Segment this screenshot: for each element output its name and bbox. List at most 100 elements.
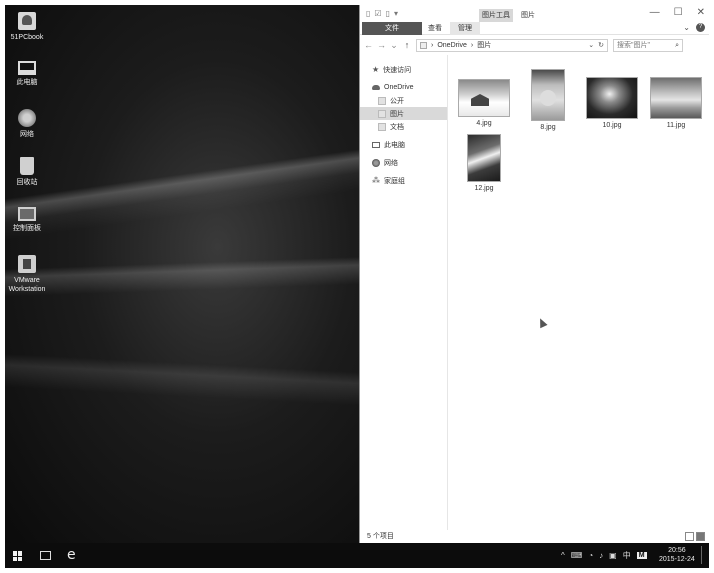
file-item[interactable]: 4.jpg bbox=[454, 65, 514, 127]
nav-item-public[interactable]: 公开 bbox=[360, 94, 447, 107]
properties-icon[interactable]: ☑ bbox=[374, 9, 381, 18]
network-icon bbox=[372, 158, 380, 167]
windows-start-icon[interactable] bbox=[13, 551, 23, 561]
details-view-icon[interactable] bbox=[685, 532, 694, 541]
folder-icon bbox=[378, 109, 386, 118]
file-icon: ▯ bbox=[366, 9, 371, 18]
clock[interactable]: 20:56 2015-12-24 bbox=[659, 546, 695, 564]
image-thumbnail bbox=[586, 77, 638, 119]
clock-date: 2015-12-24 bbox=[659, 556, 695, 563]
remote-desktop-icon[interactable]: ⌨ bbox=[571, 551, 583, 560]
image-thumbnail bbox=[467, 134, 501, 182]
volume-icon[interactable]: ♪ bbox=[599, 551, 603, 560]
nav-item-homegroup[interactable]: ⁂ 家庭组 bbox=[360, 174, 447, 187]
desktop-icon-network[interactable]: 网络 bbox=[5, 109, 49, 139]
file-item[interactable]: 12.jpg bbox=[454, 134, 514, 192]
tab-file[interactable]: 文件 bbox=[362, 21, 422, 35]
folder-icon bbox=[420, 41, 427, 49]
close-icon[interactable]: ✕ bbox=[697, 7, 705, 18]
file-item[interactable]: 8.jpg bbox=[518, 69, 578, 131]
cloud-icon bbox=[372, 85, 380, 90]
file-item[interactable]: 10.jpg bbox=[582, 67, 642, 129]
wifi-icon[interactable]: ◔ bbox=[588, 551, 593, 560]
ribbon-tabs: 文件 主页 共享 查看 管理 ⌄ ? bbox=[360, 21, 709, 35]
maximize-icon[interactable]: ☐ bbox=[674, 7, 683, 18]
chevron-right-icon: › bbox=[431, 41, 434, 49]
image-thumbnail bbox=[650, 77, 702, 119]
desktop-icon-label: 控制面板 bbox=[13, 225, 41, 232]
nav-item-quick-access[interactable]: ★ 快速访问 bbox=[360, 63, 447, 76]
screen: 51PCbook 此电脑 网络 回收站 控制面板 VMware Workstat… bbox=[5, 5, 709, 568]
nav-label: 网络 bbox=[384, 159, 398, 167]
desktop-icon-51pcbook[interactable]: 51PCbook bbox=[5, 12, 49, 42]
customize-toolbar-icon[interactable]: ▾ bbox=[394, 9, 398, 18]
address-dropdown-icon[interactable]: ⌄ bbox=[588, 41, 594, 49]
breadcrumb-onedrive[interactable]: OneDrive bbox=[437, 42, 467, 49]
breadcrumb-pictures[interactable]: 图片 bbox=[477, 40, 491, 50]
control-panel-icon bbox=[18, 207, 36, 221]
file-name: 4.jpg bbox=[476, 120, 492, 127]
image-thumbnail bbox=[531, 69, 565, 121]
nav-item-documents[interactable]: 文档 bbox=[360, 120, 447, 133]
new-folder-icon[interactable]: ▯ bbox=[386, 9, 390, 18]
minimize-icon[interactable]: — bbox=[650, 7, 660, 18]
recent-locations-icon[interactable]: ⌄ bbox=[390, 40, 398, 51]
expand-ribbon-icon[interactable]: ⌄ bbox=[683, 23, 690, 32]
desktop-icon-this-pc[interactable]: 此电脑 bbox=[5, 61, 49, 87]
status-bar: 5 个项目 bbox=[360, 531, 709, 543]
address-bar[interactable]: › OneDrive › 图片 ⌄ ↻ bbox=[416, 38, 608, 52]
star-icon: ★ bbox=[372, 64, 380, 74]
computer-icon bbox=[372, 141, 380, 148]
refresh-icon[interactable]: ↻ bbox=[598, 41, 604, 49]
desktop: 51PCbook 此电脑 网络 回收站 控制面板 VMware Workstat… bbox=[5, 5, 359, 543]
nav-item-network[interactable]: 网络 bbox=[360, 156, 447, 169]
show-desktop-button[interactable] bbox=[701, 546, 706, 564]
nav-item-pictures[interactable]: 图片 bbox=[360, 107, 447, 120]
up-arrow-icon[interactable]: ↑ bbox=[403, 40, 411, 50]
picture-tools-context-tab: 图片工具 bbox=[479, 9, 513, 22]
nav-label: 此电脑 bbox=[384, 141, 405, 149]
desktop-icon-control-panel[interactable]: 控制面板 bbox=[5, 207, 49, 233]
notification-message-icon[interactable]: ▣ bbox=[609, 551, 617, 560]
back-arrow-icon[interactable]: ← bbox=[364, 40, 373, 50]
address-controls: ⌄ ↻ bbox=[588, 41, 604, 49]
recycle-bin-icon bbox=[20, 157, 34, 175]
network-icon bbox=[18, 109, 36, 127]
chevron-up-icon[interactable]: ^ bbox=[561, 551, 565, 560]
file-item[interactable]: 11.jpg bbox=[646, 67, 706, 129]
search-input[interactable]: 搜索"图片" ⌕ bbox=[613, 38, 683, 52]
search-icon[interactable]: ⌕ bbox=[675, 40, 679, 51]
large-icons-view-icon[interactable] bbox=[696, 532, 705, 541]
nav-label: OneDrive bbox=[384, 84, 414, 91]
desktop-icon-label: 网络 bbox=[20, 131, 34, 138]
tab-view[interactable]: 查看 bbox=[420, 22, 450, 35]
task-view-icon[interactable] bbox=[40, 551, 51, 560]
desktop-icon-vmware[interactable]: VMware Workstation bbox=[5, 255, 49, 294]
ime-mode-badge[interactable]: M bbox=[636, 552, 647, 559]
nav-label: 图片 bbox=[390, 110, 404, 118]
file-list: 4.jpg 8.jpg 10.jpg 11.jpg 12.jpg bbox=[448, 55, 709, 530]
tab-manage[interactable]: 管理 bbox=[450, 21, 480, 35]
desktop-icon-label: VMware Workstation bbox=[8, 277, 46, 293]
nav-label: 文档 bbox=[390, 123, 404, 131]
image-thumbnail bbox=[458, 79, 510, 117]
edge-browser-icon[interactable]: e bbox=[67, 547, 76, 563]
help-icon[interactable]: ? bbox=[696, 23, 705, 32]
ribbon-controls: ⌄ ? bbox=[683, 23, 705, 32]
desktop-icon-label: 此电脑 bbox=[16, 79, 38, 86]
user-folder-icon bbox=[18, 12, 36, 30]
forward-arrow-icon[interactable]: → bbox=[377, 40, 386, 50]
nav-item-this-pc[interactable]: 此电脑 bbox=[360, 138, 447, 151]
file-name: 8.jpg bbox=[540, 124, 556, 131]
window-title: 图片 bbox=[521, 12, 535, 19]
quick-access-toolbar: ▯ ☑ ▯ ▾ bbox=[366, 9, 398, 18]
nav-item-onedrive[interactable]: OneDrive bbox=[360, 81, 447, 94]
nav-label: 快速访问 bbox=[383, 66, 412, 74]
desktop-icon-label: 51PCbook bbox=[10, 34, 44, 41]
title-bar[interactable]: ▯ ☑ ▯ ▾ 图片工具 图片 — ☐ ✕ bbox=[360, 5, 709, 22]
view-switcher bbox=[685, 532, 705, 541]
navigation-pane: ★ 快速访问 OneDrive 公开 图片 文档 此电脑 网络 ⁂ 家庭组 bbox=[360, 55, 448, 530]
ime-indicator[interactable]: 中 bbox=[623, 550, 631, 561]
system-tray: ^ ⌨ ◔ ♪ ▣ 中 M bbox=[561, 550, 647, 561]
desktop-icon-recycle-bin[interactable]: 回收站 bbox=[5, 157, 49, 187]
